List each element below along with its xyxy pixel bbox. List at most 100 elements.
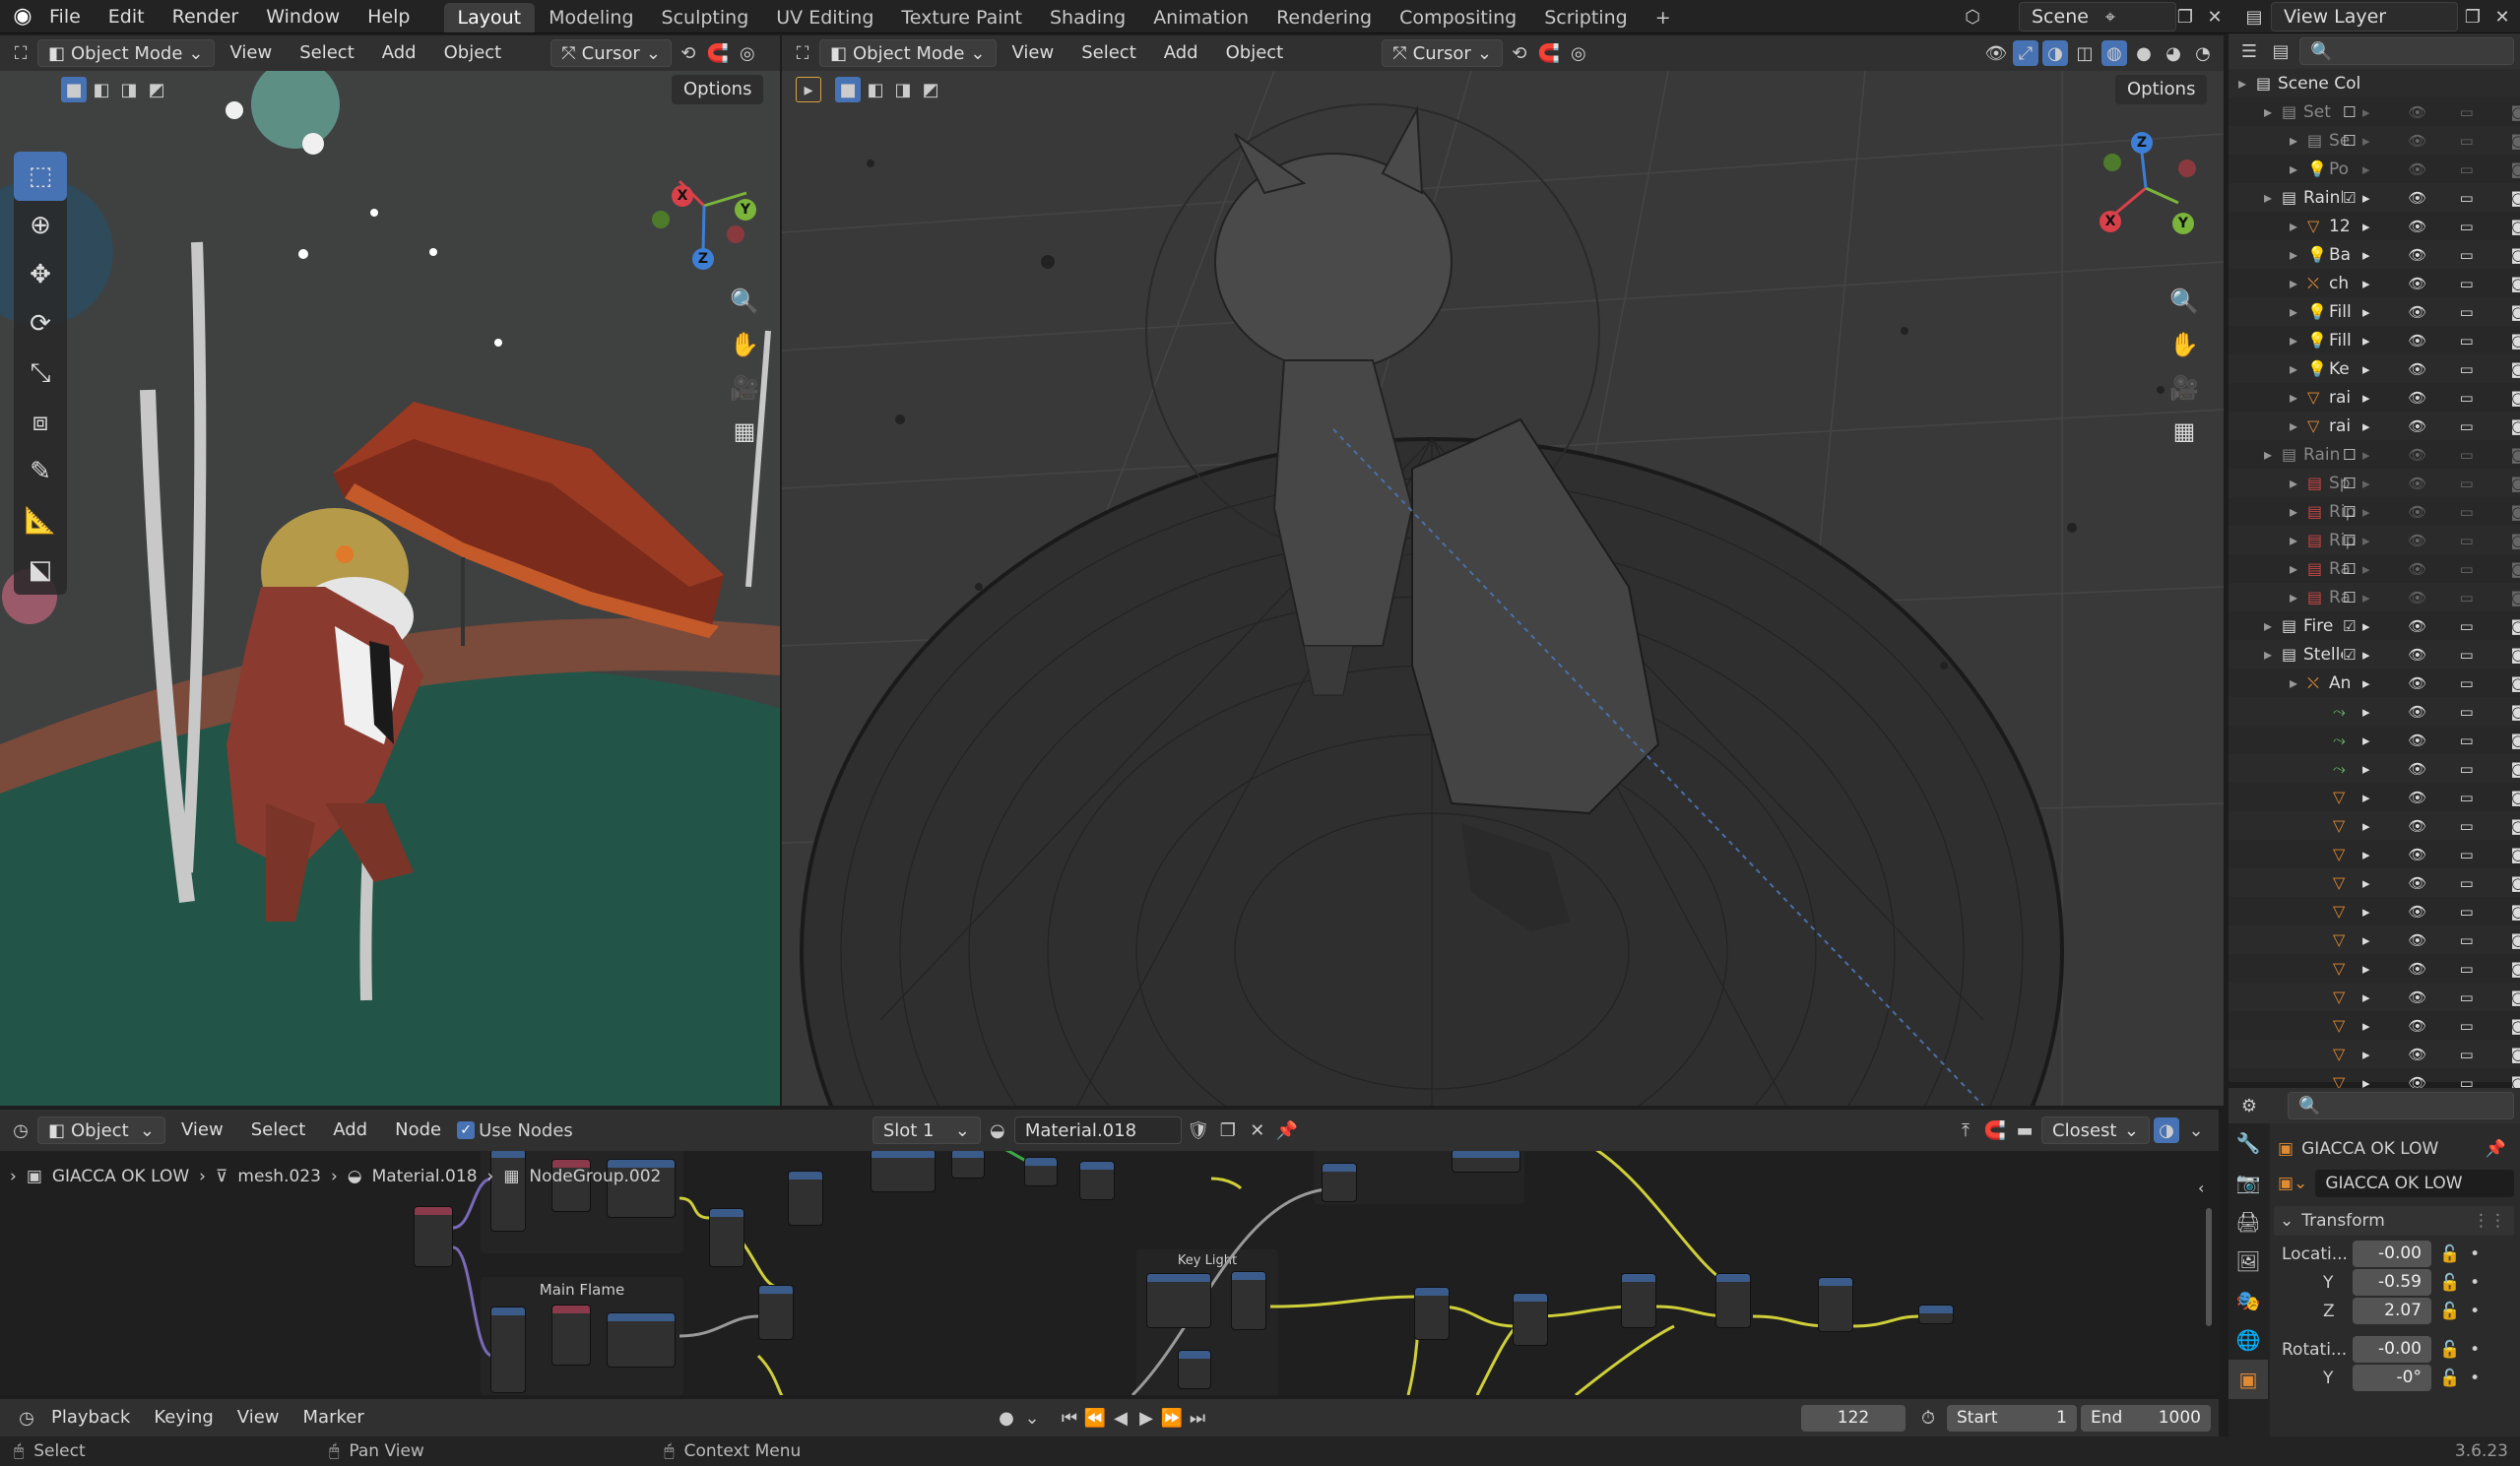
select-extend-icon[interactable]: ◧ xyxy=(863,77,888,102)
keyframe-dot-icon[interactable]: • xyxy=(2470,1369,2480,1388)
eye-icon[interactable]: 👁 xyxy=(2408,360,2426,378)
add-workspace-button[interactable]: + xyxy=(1642,3,1685,32)
gizmo-x[interactable]: X xyxy=(672,185,693,207)
view-layer-selector[interactable]: View Layer xyxy=(2271,2,2458,32)
pin-icon[interactable]: 📌 xyxy=(2486,1139,2506,1159)
expand-arrow-icon[interactable]: ▸ xyxy=(2264,616,2272,635)
rotation-x-field[interactable]: -0.00 xyxy=(2353,1336,2431,1363)
gizmo-z[interactable]: Z xyxy=(2131,132,2153,154)
lock-icon[interactable]: 🔓 xyxy=(2439,1244,2460,1264)
select-arrow-icon[interactable]: ▸ xyxy=(2362,1046,2370,1063)
select-invert-icon[interactable]: ◩ xyxy=(918,77,943,102)
eye-icon[interactable]: 👁 xyxy=(2408,275,2426,292)
eye-icon[interactable]: 👁 xyxy=(2408,332,2426,350)
eye-icon[interactable]: 👁 xyxy=(2408,1017,2426,1035)
editor-type-icon[interactable]: ◷ xyxy=(14,1405,39,1431)
chevron-down-icon[interactable]: ⌄ xyxy=(1019,1405,1045,1431)
outliner-row[interactable]: ⤳ ▸ 👁 ▭ ◙ xyxy=(2229,754,2520,783)
eye-icon[interactable]: 👁 xyxy=(2408,817,2426,835)
monitor-icon[interactable]: ▭ xyxy=(2460,846,2474,863)
keyframe-dot-icon[interactable]: • xyxy=(2470,1302,2480,1321)
node[interactable] xyxy=(1513,1293,1548,1346)
outliner-row[interactable]: ▸ ▤ Rain M☐ ▸ 👁 ▭ ◙ xyxy=(2229,440,2520,469)
node[interactable] xyxy=(1414,1287,1450,1340)
menu-add[interactable]: Add xyxy=(321,1113,379,1148)
monitor-icon[interactable]: ▭ xyxy=(2460,646,2474,664)
pivot-icon[interactable]: ⟲ xyxy=(1507,40,1532,66)
exclude-checkbox[interactable]: ☑ xyxy=(2343,617,2356,635)
monitor-icon[interactable]: ▭ xyxy=(2460,674,2474,692)
node[interactable] xyxy=(1079,1161,1115,1200)
monitor-icon[interactable]: ▭ xyxy=(2460,303,2474,321)
monitor-icon[interactable]: ▭ xyxy=(2460,189,2474,207)
eye-icon[interactable]: 👁 xyxy=(2408,446,2426,464)
menu-node[interactable]: Node xyxy=(383,1113,453,1148)
camera-icon[interactable]: ◙ xyxy=(2511,475,2520,492)
lock-icon[interactable]: 🔓 xyxy=(2439,1340,2460,1360)
camera-icon[interactable]: 🎥 xyxy=(2165,366,2204,410)
camera-icon[interactable]: ◙ xyxy=(2511,332,2520,350)
eye-icon[interactable]: 👁 xyxy=(2408,189,2426,207)
snap-target-dropdown[interactable]: Closest ⌄ xyxy=(2041,1116,2150,1144)
camera-icon[interactable]: ◙ xyxy=(2511,760,2520,778)
exclude-checkbox[interactable]: ☐ xyxy=(2343,103,2356,121)
camera-icon[interactable]: ◙ xyxy=(2511,1017,2520,1035)
camera-icon[interactable]: ◙ xyxy=(2511,846,2520,863)
editor-type-icon[interactable]: ◷ xyxy=(8,1117,33,1143)
camera-icon[interactable]: 🎥 xyxy=(725,366,764,410)
shading-material-icon[interactable]: ◕ xyxy=(2161,40,2186,66)
select-arrow-icon[interactable]: ▸ xyxy=(2362,789,2370,806)
rotate-tool[interactable]: ⟳ xyxy=(14,299,67,349)
node[interactable] xyxy=(551,1305,591,1366)
delete-scene-icon[interactable]: ✕ xyxy=(2202,4,2228,30)
transform-tool[interactable]: ⧈ xyxy=(14,398,67,447)
shading-wireframe-icon[interactable]: ◍ xyxy=(2101,40,2127,66)
mode-dropdown[interactable]: ◧ Object Mode ⌄ xyxy=(819,39,997,67)
select-subtract-icon[interactable]: ◨ xyxy=(890,77,916,102)
select-arrow-icon[interactable]: ▸ xyxy=(2362,703,2370,721)
gizmo-x[interactable]: X xyxy=(2100,211,2121,232)
fake-user-icon[interactable]: 🛡 xyxy=(1186,1117,1211,1143)
options-button[interactable]: Options xyxy=(672,75,764,104)
transform-orientation-dropdown[interactable]: ⤧ Cursor ⌄ xyxy=(550,39,672,67)
monitor-icon[interactable]: ▭ xyxy=(2460,960,2474,978)
current-frame-field[interactable]: 122 xyxy=(1801,1404,1906,1432)
pin-icon[interactable]: 📌 xyxy=(1274,1117,1300,1143)
expand-arrow-icon[interactable]: ▸ xyxy=(2290,245,2297,264)
gizmo-neg-x[interactable] xyxy=(2178,159,2196,177)
tab-rendering[interactable]: Rendering xyxy=(1262,3,1386,32)
chevron-down-icon[interactable]: ⌄ xyxy=(2183,1117,2209,1143)
eye-icon[interactable]: 👁 xyxy=(2408,589,2426,606)
editor-type-icon[interactable]: ⛶ xyxy=(8,40,33,66)
cursor-tool[interactable]: ⊕ xyxy=(14,201,67,250)
expand-arrow-icon[interactable]: ▸ xyxy=(2264,445,2272,464)
eye-icon[interactable]: 👁 xyxy=(2408,532,2426,549)
viewport-rendered[interactable]: ⛶ ◧ Object Mode ⌄ View Select Add Object ⤧… xyxy=(0,35,780,1106)
outliner-row[interactable]: ▽ ▸ 👁 ▭ ◙ xyxy=(2229,925,2520,954)
record-icon[interactable]: ● xyxy=(994,1405,1019,1431)
exclude-checkbox[interactable]: ☐ xyxy=(2343,532,2356,549)
exclude-checkbox[interactable]: ☑ xyxy=(2343,189,2356,207)
monitor-icon[interactable]: ▭ xyxy=(2460,503,2474,521)
node[interactable] xyxy=(709,1208,744,1267)
select-arrow-icon[interactable]: ▸ xyxy=(2362,560,2370,578)
shader-type-dropdown[interactable]: ◧ Object ⌄ xyxy=(37,1116,165,1144)
expand-arrow-icon[interactable]: ▸ xyxy=(2290,274,2297,292)
monitor-icon[interactable]: ▭ xyxy=(2460,360,2474,378)
gizmo-z[interactable]: Z xyxy=(692,248,714,270)
menu-view[interactable]: View xyxy=(169,1113,235,1148)
tab-scripting[interactable]: Scripting xyxy=(1530,3,1642,32)
exclude-checkbox[interactable]: ☑ xyxy=(2343,646,2356,664)
camera-icon[interactable]: ◙ xyxy=(2511,617,2520,635)
camera-icon[interactable]: ◙ xyxy=(2511,360,2520,378)
eye-icon[interactable]: 👁 xyxy=(2408,475,2426,492)
node[interactable] xyxy=(1715,1273,1751,1328)
expand-arrow-icon[interactable]: ▸ xyxy=(2264,188,2272,207)
menu-view[interactable]: View xyxy=(219,35,285,71)
select-arrow-icon[interactable]: ▸ xyxy=(2362,246,2370,264)
select-arrow-icon[interactable]: ▸ xyxy=(2362,988,2370,1006)
select-arrow-icon[interactable]: ▸ xyxy=(2362,103,2370,121)
camera-icon[interactable]: ◙ xyxy=(2511,503,2520,521)
keyframe-dot-icon[interactable]: • xyxy=(2470,1340,2480,1360)
menu-keying[interactable]: Keying xyxy=(142,1400,225,1435)
